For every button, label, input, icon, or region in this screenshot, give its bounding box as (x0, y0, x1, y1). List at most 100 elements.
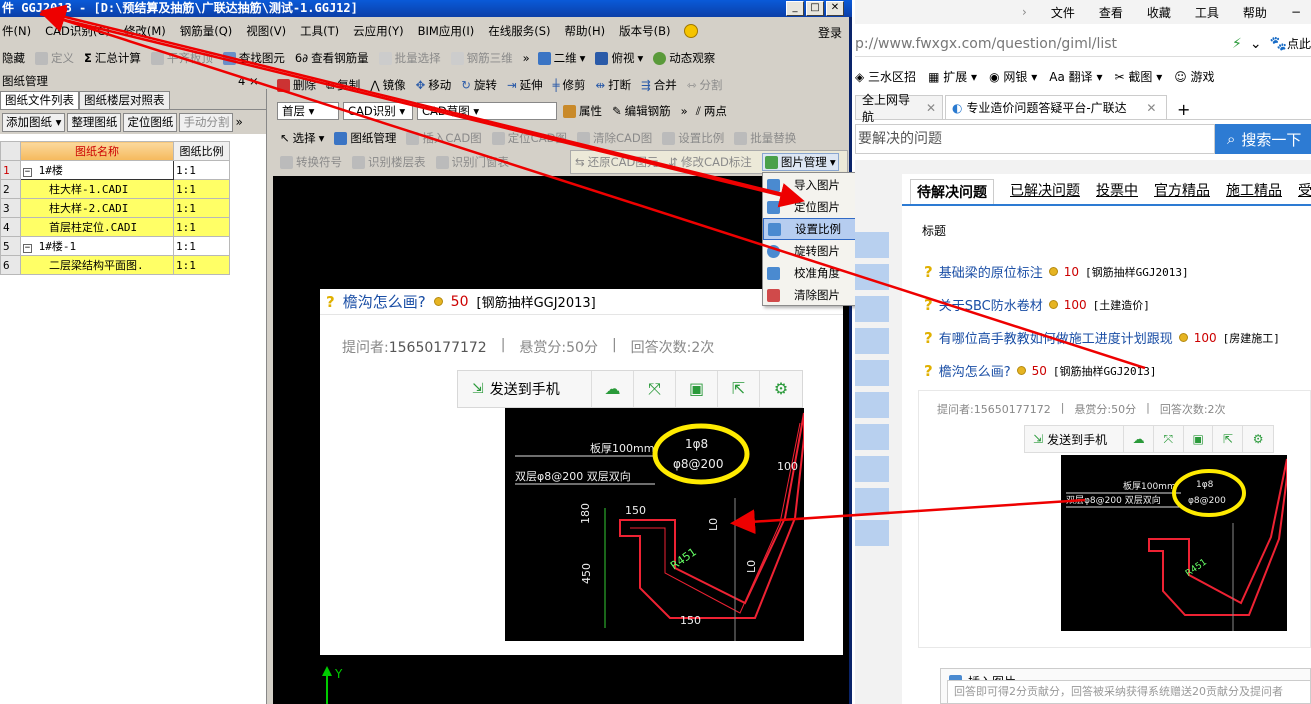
batch-select-button[interactable]: 批量选择 (378, 50, 441, 66)
summary-calc-button[interactable]: Σ 汇总计算 (84, 50, 141, 66)
nav-construction[interactable]: 施工精品 (1226, 180, 1282, 204)
minimize-button[interactable]: _ (786, 1, 804, 16)
copy-button[interactable]: ⧉ 复制 (326, 77, 360, 93)
browser-menu-file[interactable]: 文件 (1051, 4, 1075, 21)
flush-top-button[interactable]: 平齐板顶 (150, 50, 213, 66)
manual-split-button[interactable]: 手动分割 (179, 112, 234, 132)
login-link[interactable]: 登录 (818, 24, 842, 41)
save-icon[interactable]: ▣ (1184, 426, 1214, 452)
new-tab-icon[interactable]: + (1169, 100, 1198, 119)
merge-button[interactable]: ⇶ 合并 (641, 77, 677, 93)
insert-cad-button[interactable]: 插入CAD图 (406, 130, 482, 146)
list-item[interactable]: ? 有哪位高手教教如何做施工进度计划跟现 100 [房建施工] (924, 328, 1280, 348)
cad-mode-select[interactable]: CAD识别 ▾ (343, 102, 413, 120)
hide-button[interactable]: 隐藏 (2, 50, 25, 66)
cad-draft-select[interactable]: CAD草图 ▾ (417, 102, 557, 120)
cloud-icon[interactable]: ☁ (1124, 426, 1154, 452)
menu-import-picture[interactable]: 导入图片 (763, 174, 869, 196)
clear-cad-button[interactable]: 清除CAD图 (576, 130, 652, 146)
menu-cad[interactable]: CAD识别(C) (45, 23, 110, 39)
share-icon[interactable]: ⇱ (1213, 426, 1244, 452)
define-button[interactable]: 定义 (35, 50, 74, 66)
fullscreen-icon[interactable]: ⤧ (634, 371, 676, 407)
extend-button[interactable]: ⇥ 延伸 (507, 77, 543, 93)
find-element-button[interactable]: 查找图元 (222, 50, 285, 66)
tab-drawing-list[interactable]: 图纸文件列表 (0, 91, 79, 109)
nav-more[interactable]: 受 (1298, 180, 1311, 204)
nav-official[interactable]: 官方精品 (1154, 180, 1210, 204)
menu-bim[interactable]: BIM应用(I) (418, 23, 475, 39)
list-item[interactable]: ? 基础梁的原位标注 10 [钢筋抽样GGJ2013] (924, 262, 1280, 282)
tab-floor-mapping[interactable]: 图纸楼层对照表 (79, 91, 170, 109)
fav-games[interactable]: ☺ 游戏 (1174, 68, 1214, 85)
menu-help[interactable]: 帮助(H) (564, 23, 605, 39)
drawing-mgmt-button[interactable]: 图纸管理 (334, 130, 396, 146)
menu-locate-picture[interactable]: 定位图片 (763, 196, 869, 218)
edit-rebar-button[interactable]: ✎ 编辑钢筋 (612, 103, 671, 119)
list-item[interactable]: ? 关于SBC防水卷材 100 [土建造价] (924, 295, 1280, 315)
restore-cad-button[interactable]: ⇆ 还原CAD图元 (575, 154, 658, 170)
fav-bank[interactable]: ◉ 网银 ▾ (989, 68, 1037, 85)
gear-icon[interactable]: ⚙ (760, 371, 802, 407)
menu-modify[interactable]: 修改(M) (124, 23, 166, 39)
list-item[interactable]: ? 檐沟怎么画? 50 [钢筋抽样GGJ2013] (924, 361, 1280, 381)
fav-sanshui[interactable]: ◈ 三水区招 (855, 68, 916, 85)
batch-replace-button[interactable]: 批量替换 (734, 130, 796, 146)
dynamic-view-button[interactable]: 动态观察 (653, 50, 715, 66)
maximize-button[interactable]: □ (806, 1, 824, 16)
identify-door-table-button[interactable]: 识别门窗表 (435, 154, 509, 170)
detail-send-button[interactable]: ⇲ 发送到手机 (1025, 426, 1125, 452)
close-button[interactable]: ✕ (826, 1, 844, 16)
menu-version[interactable]: 版本号(B) (619, 23, 670, 39)
browser-menu-help[interactable]: 帮助 (1243, 4, 1267, 21)
table-row[interactable]: 1 − 1#楼 1:1 (0, 160, 230, 180)
menu-rebar[interactable]: 钢筋量(Q) (180, 23, 233, 39)
browser-menu-favorites[interactable]: 收藏 (1147, 4, 1171, 21)
view-rebar-button[interactable]: 6∂ 查看钢筋量 (295, 50, 369, 66)
locate-drawing-button[interactable]: 定位图纸 (123, 112, 178, 132)
nav-voting[interactable]: 投票中 (1096, 180, 1138, 204)
send-to-phone-button[interactable]: ⇲ 发送到手机 (458, 371, 592, 407)
table-row[interactable]: 5 − 1#楼-1 1:1 (0, 236, 230, 256)
select-button[interactable]: ↖ 选择 ▾ (280, 130, 324, 146)
organize-drawing-button[interactable]: 整理图纸 (67, 112, 122, 132)
two-point-button[interactable]: ⫽ 两点 (696, 103, 727, 119)
set-scale-button[interactable]: 设置比例 (662, 130, 724, 146)
nav-pending[interactable]: 待解决问题 (910, 179, 994, 204)
fullscreen-icon[interactable]: ⤧ (1154, 426, 1184, 452)
address-bar[interactable]: p://www.fwxgx.com/question/giml/list ⚡ ⌄ 🐾… (855, 31, 1311, 57)
menu-clear-picture[interactable]: 清除图片 (763, 284, 869, 306)
rotate-button[interactable]: ↻ 旋转 (461, 77, 497, 93)
col-drawing-scale[interactable]: 图纸比例 (173, 141, 230, 161)
picture-mgmt-button[interactable]: 图片管理 ▾ (761, 153, 839, 171)
menu-tools[interactable]: 工具(T) (300, 23, 339, 39)
trim-button[interactable]: ╪ 修剪 (553, 77, 586, 93)
table-row[interactable]: 6 二层梁结构平面图. 1:1 (0, 255, 230, 275)
convert-symbol-button[interactable]: 转换符号 (280, 154, 342, 170)
delete-button[interactable]: 删除 (277, 77, 316, 93)
2d-select[interactable]: 二维 ▾ (537, 50, 585, 66)
menu-file[interactable]: 件(N) (2, 23, 31, 39)
site-search-input[interactable]: 要解决的问题 (855, 124, 1215, 154)
gear-icon[interactable]: ⚙ (1243, 426, 1273, 452)
col-drawing-name[interactable]: 图纸名称 (20, 141, 174, 161)
fav-extend[interactable]: ▦ 扩展 ▾ (928, 68, 977, 85)
fav-translate[interactable]: Aa 翻译 ▾ (1049, 68, 1102, 85)
menu-set-scale[interactable]: 设置比例 (763, 218, 869, 240)
table-row[interactable]: 3 柱大样-2.CADI 1:1 (0, 198, 230, 218)
nav-solved[interactable]: 已解决问题 (1010, 180, 1080, 204)
cloud-icon[interactable]: ☁ (592, 371, 634, 407)
table-row[interactable]: 2 柱大样-1.CADI 1:1 (0, 179, 230, 199)
top-view-select[interactable]: 俯视 ▾ (595, 50, 643, 66)
identify-floor-table-button[interactable]: 识别楼层表 (352, 154, 426, 170)
share-icon[interactable]: ⇱ (718, 371, 760, 407)
menu-rotate-picture[interactable]: 旋转图片 (763, 240, 869, 262)
menu-online[interactable]: 在线服务(S) (488, 23, 550, 39)
save-icon[interactable]: ▣ (676, 371, 718, 407)
locate-cad-button[interactable]: 定位CAD图 (491, 130, 567, 146)
panel-pin-close[interactable]: 4 × (238, 73, 259, 89)
break-button[interactable]: ⇹ 打断 (596, 77, 632, 93)
browser-menu-tools[interactable]: 工具 (1195, 4, 1219, 21)
mirror-button[interactable]: ⋀ 镜像 (370, 77, 405, 93)
tab-qa-platform[interactable]: ◐ 专业造价问题答疑平台-广联达 ✕ (945, 95, 1167, 119)
